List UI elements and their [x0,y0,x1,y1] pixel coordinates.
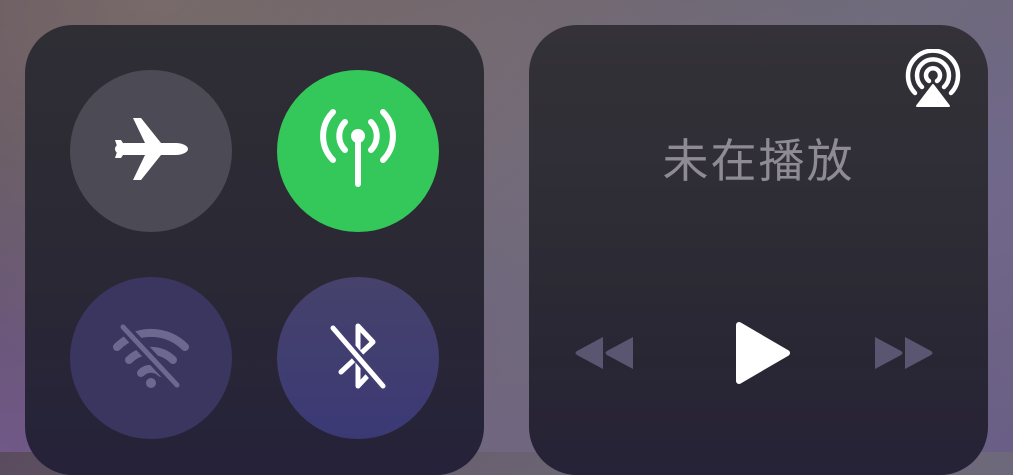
previous-track-button[interactable] [569,327,639,383]
rewind-icon [569,333,639,377]
fast-forward-icon [869,333,939,377]
now-playing-status: 未在播放 [662,134,855,188]
bluetooth-off-icon [323,316,393,400]
connectivity-panel [25,25,484,475]
play-button[interactable] [725,317,799,393]
next-track-button[interactable] [869,327,939,383]
now-playing-panel: 未在播放 [529,25,988,475]
airplane-mode-toggle[interactable] [70,70,232,232]
airplane-icon [111,113,191,189]
antenna-icon [313,106,403,196]
bluetooth-toggle[interactable] [277,277,439,439]
play-icon [731,319,793,391]
airplay-button[interactable] [901,48,965,109]
wifi-off-icon [111,321,191,395]
cellular-data-toggle[interactable] [277,70,439,232]
wifi-toggle[interactable] [70,277,232,439]
airplay-icon [901,48,965,113]
